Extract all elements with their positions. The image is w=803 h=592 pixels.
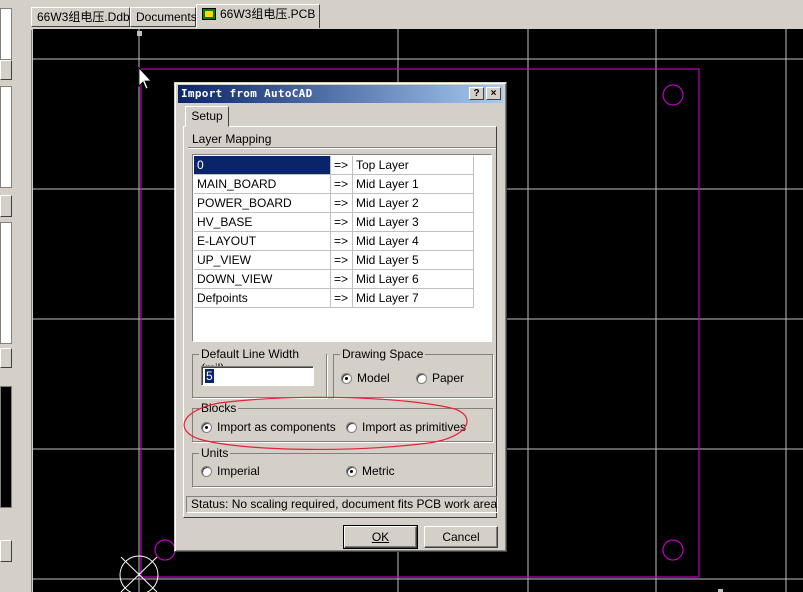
- cancel-button[interactable]: Cancel: [424, 526, 498, 548]
- ok-button[interactable]: OK: [343, 525, 418, 549]
- panel-list-box-2: [0, 222, 12, 344]
- tab-ddb-label: 66W3组电压.Ddb: [37, 10, 130, 24]
- paper-radio[interactable]: [416, 373, 427, 384]
- source-layer-cell[interactable]: MAIN_BOARD: [194, 175, 331, 194]
- table-row[interactable]: UP_VIEW => Mid Layer 5: [194, 251, 474, 270]
- ok-label: OK: [371, 530, 390, 544]
- source-layer-cell[interactable]: DOWN_VIEW: [194, 270, 331, 289]
- table-row[interactable]: DOWN_VIEW => Mid Layer 6: [194, 270, 474, 289]
- dialog-titlebar[interactable]: Import from AutoCAD ? ×: [178, 85, 503, 103]
- tab-ddb[interactable]: 66W3组电压.Ddb: [31, 7, 130, 27]
- status-bar: Status: No scaling required, document fi…: [186, 496, 498, 513]
- tab-documents-label: Documents: [136, 10, 197, 24]
- target-layer-cell[interactable]: Mid Layer 5: [353, 251, 474, 270]
- arrow-cell: =>: [331, 175, 353, 194]
- arrow-cell: =>: [331, 156, 353, 175]
- model-radio[interactable]: [341, 373, 352, 384]
- help-icon: ?: [473, 88, 480, 99]
- document-tab-bar: 66W3组电压.Ddb Documents 66W3组电压.PCB: [31, 0, 803, 30]
- target-layer-cell[interactable]: Top Layer: [353, 156, 474, 175]
- source-layer-cell[interactable]: HV_BASE: [194, 213, 331, 232]
- import-autocad-dialog: Import from AutoCAD ? × Setup Layer Mapp…: [174, 82, 507, 552]
- panel-button-2[interactable]: [0, 348, 12, 368]
- panel-tree-box: [0, 86, 12, 188]
- tab-setup-label: Setup: [191, 109, 223, 123]
- target-layer-cell[interactable]: Mid Layer 7: [353, 289, 474, 308]
- cancel-label: Cancel: [442, 530, 480, 544]
- source-layer-cell[interactable]: POWER_BOARD: [194, 194, 331, 213]
- pcb-file-icon: [202, 8, 216, 20]
- mounting-hole-bl: [154, 539, 176, 561]
- arrow-cell: =>: [331, 251, 353, 270]
- line-width-value: 5: [205, 369, 214, 383]
- imperial-label[interactable]: Imperial: [217, 464, 260, 478]
- metric-label[interactable]: Metric: [362, 464, 395, 478]
- tab-documents[interactable]: Documents: [130, 7, 197, 27]
- panel-button-3[interactable]: [0, 540, 12, 562]
- arrow-cell: =>: [331, 213, 353, 232]
- panel-preview-box: [0, 386, 12, 508]
- panel-dropdown-button[interactable]: [0, 60, 12, 80]
- table-row[interactable]: POWER_BOARD => Mid Layer 2: [194, 194, 474, 213]
- table-row[interactable]: E-LAYOUT => Mid Layer 4: [194, 232, 474, 251]
- left-panel: [0, 0, 32, 592]
- source-layer-cell[interactable]: 0: [194, 156, 331, 175]
- metric-radio[interactable]: [346, 466, 357, 477]
- target-layer-cell[interactable]: Mid Layer 6: [353, 270, 474, 289]
- close-button[interactable]: ×: [486, 87, 501, 100]
- arrow-cell: =>: [331, 194, 353, 213]
- target-layer-cell[interactable]: Mid Layer 3: [353, 213, 474, 232]
- arrow-cell: =>: [331, 270, 353, 289]
- arrow-cell: =>: [331, 289, 353, 308]
- source-layer-cell[interactable]: E-LAYOUT: [194, 232, 331, 251]
- table-row[interactable]: HV_BASE => Mid Layer 3: [194, 213, 474, 232]
- table-row[interactable]: 0 => Top Layer: [194, 156, 474, 175]
- panel-button-1[interactable]: [0, 195, 12, 217]
- target-layer-cell[interactable]: Mid Layer 1: [353, 175, 474, 194]
- tab-pcb[interactable]: 66W3组电压.PCB: [196, 4, 320, 28]
- tab-setup[interactable]: Setup: [185, 106, 229, 127]
- target-layer-cell[interactable]: Mid Layer 4: [353, 232, 474, 251]
- drawing-space-label: Drawing Space: [340, 347, 426, 361]
- table-row[interactable]: MAIN_BOARD => Mid Layer 1: [194, 175, 474, 194]
- layer-mapping-grid[interactable]: 0 => Top Layer MAIN_BOARD => Mid Layer 1…: [192, 154, 492, 342]
- mounting-hole-br: [662, 539, 684, 561]
- source-layer-cell[interactable]: Defpoints: [194, 289, 331, 308]
- target-layer-cell[interactable]: Mid Layer 2: [353, 194, 474, 213]
- arrow-cell: =>: [331, 232, 353, 251]
- mounting-hole-tr: [662, 84, 684, 106]
- status-text: Status: No scaling required, document fi…: [191, 497, 498, 511]
- layer-mapping-title: Layer Mapping: [192, 132, 272, 146]
- line-width-input[interactable]: 5: [201, 366, 314, 386]
- paper-label[interactable]: Paper: [432, 371, 464, 385]
- table-row[interactable]: Defpoints => Mid Layer 7: [194, 289, 474, 308]
- dialog-title: Import from AutoCAD: [181, 87, 313, 100]
- layer-mapping-divider: [188, 147, 496, 148]
- source-layer-cell[interactable]: UP_VIEW: [194, 251, 331, 270]
- close-icon: ×: [490, 88, 497, 99]
- help-button[interactable]: ?: [469, 87, 484, 100]
- annotation-ellipse: [183, 396, 468, 451]
- tab-pcb-label: 66W3组电压.PCB: [220, 7, 316, 21]
- panel-list-box: [0, 8, 12, 60]
- imperial-radio[interactable]: [201, 466, 212, 477]
- model-label[interactable]: Model: [357, 371, 390, 385]
